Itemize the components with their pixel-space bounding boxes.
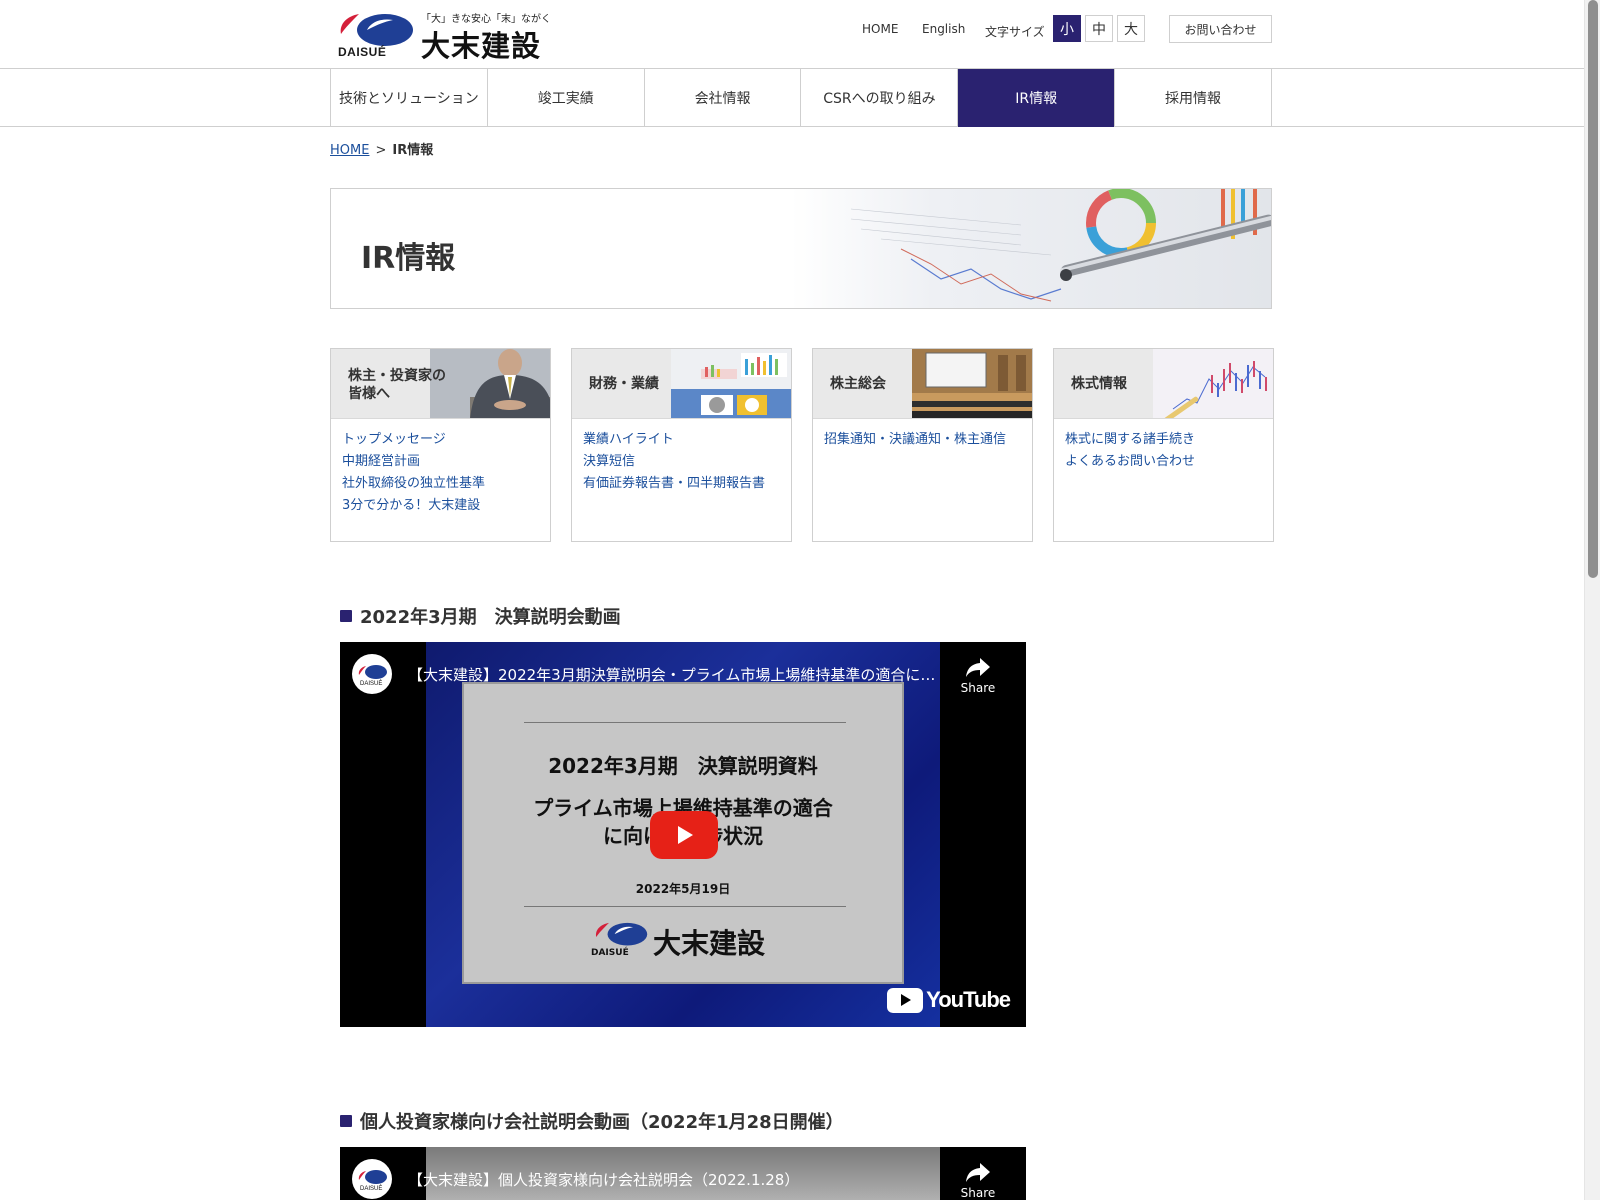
category-card-stock-info: 株式情報 株式に関する諸手続き よくあるお問い合わせ bbox=[1053, 348, 1274, 542]
font-size-medium-button[interactable]: 中 bbox=[1085, 15, 1113, 42]
card-title: 財務・業績 bbox=[589, 376, 659, 392]
youtube-video-investor-briefing[interactable]: DAISUÉ 【大末建設】個人投資家様向け会社説明会（2022.1.28） Sh… bbox=[340, 1147, 1026, 1200]
font-size-label: 文字サイズ bbox=[985, 25, 1045, 39]
daisue-logo-icon: DAISUÉ bbox=[358, 1170, 387, 1192]
section-heading-investor-video: 個人投資家様向け会社説明会動画（2022年1月28日開催） bbox=[340, 1108, 844, 1134]
util-english-link[interactable]: English bbox=[922, 22, 965, 36]
site-logo[interactable]: DAISUÉ 「大」きな安心「末」ながく 大末建設 bbox=[337, 10, 553, 63]
slide-date: 2022年5月19日 bbox=[635, 882, 731, 896]
logo-company-name: 大末建設 bbox=[421, 29, 542, 63]
card-link-securities-report[interactable]: 有価証券報告書・四半期報告書 bbox=[583, 473, 780, 495]
slide-divider bbox=[524, 722, 846, 723]
slide-title: 2022年3月期 決算説明資料 bbox=[548, 754, 818, 778]
nav-item-company[interactable]: 会社情報 bbox=[645, 69, 802, 127]
card-header[interactable]: 株主・投資家の 皆様へ bbox=[331, 349, 550, 419]
card-title: 株式情報 bbox=[1071, 376, 1127, 392]
card-link-tanshin[interactable]: 決算短信 bbox=[583, 451, 780, 473]
financial-charts-image bbox=[671, 349, 791, 418]
nav-item-ir[interactable]: IR情報 bbox=[958, 69, 1116, 127]
category-card-financial: 財務・業績 業績ハイライト 決算短信 有価証券報告書・四半期報告書 bbox=[571, 348, 792, 542]
card-link-director-independence[interactable]: 社外取締役の独立性基準 bbox=[342, 473, 539, 495]
video-top-bar: DAISUÉ 【大末建設】個人投資家様向け会社説明会（2022.1.28） Sh… bbox=[340, 1147, 1026, 1200]
hero-charts-pen-image bbox=[791, 189, 1271, 308]
youtube-video-results[interactable]: 2022年3月期 決算説明資料 プライム市場上場維持基準の適合 に向けた進捗状況… bbox=[340, 642, 1026, 1027]
breadcrumb-current: IR情報 bbox=[392, 143, 434, 158]
section-heading-text: 個人投資家様向け会社説明会動画（2022年1月28日開催） bbox=[360, 1112, 844, 1133]
nav-item-works[interactable]: 竣工実績 bbox=[488, 69, 645, 127]
video-top-bar: DAISUÉ 【大末建設】2022年3月期決算説明会・プライム市場上場維持基準の… bbox=[340, 642, 1026, 706]
businessman-image bbox=[430, 349, 550, 418]
slide-logo-daisue-text: DAISUÉ bbox=[591, 948, 629, 958]
nav-item-recruit[interactable]: 採用情報 bbox=[1115, 69, 1272, 127]
section-heading-text: 2022年3月期 決算説明会動画 bbox=[360, 607, 621, 628]
category-card-general-meeting: 株主総会 招集通知・決議通知・株主通信 bbox=[812, 348, 1033, 542]
share-button[interactable]: Share bbox=[958, 656, 998, 695]
card-link-faq[interactable]: よくあるお問い合わせ bbox=[1065, 451, 1262, 473]
youtube-logo-text: YouTube bbox=[926, 987, 1011, 1012]
scrollbar-thumb[interactable] bbox=[1588, 0, 1598, 578]
svg-text:DAISUÉ: DAISUÉ bbox=[360, 680, 382, 687]
card-link-midterm-plan[interactable]: 中期経営計画 bbox=[342, 451, 539, 473]
meeting-room-image bbox=[912, 349, 1032, 418]
site-header: DAISUÉ 「大」きな安心「末」ながく 大末建設 HOME English 文… bbox=[0, 0, 1584, 69]
global-nav: 技術とソリューション 竣工実績 会社情報 CSRへの取り組み IR情報 採用情報 bbox=[0, 69, 1584, 127]
svg-text:DAISUÉ: DAISUÉ bbox=[360, 1185, 382, 1192]
card-header[interactable]: 財務・業績 bbox=[572, 349, 791, 419]
breadcrumb-separator: > bbox=[375, 143, 387, 158]
channel-avatar[interactable]: DAISUÉ bbox=[352, 1159, 392, 1199]
card-link-notices[interactable]: 招集通知・決議通知・株主通信 bbox=[824, 429, 1021, 451]
share-label: Share bbox=[960, 681, 996, 695]
card-link-procedures[interactable]: 株式に関する諸手続き bbox=[1065, 429, 1262, 451]
page-hero: IR情報 bbox=[330, 188, 1272, 309]
font-size-large-button[interactable]: 大 bbox=[1117, 15, 1145, 42]
nav-item-technology[interactable]: 技術とソリューション bbox=[331, 69, 488, 127]
card-title: 株主・投資家の 皆様へ bbox=[348, 368, 446, 402]
square-bullet-icon bbox=[340, 610, 352, 622]
slide-divider bbox=[524, 906, 846, 907]
stock-chart-image bbox=[1153, 349, 1273, 418]
card-link-highlights[interactable]: 業績ハイライト bbox=[583, 429, 780, 451]
card-link-top-message[interactable]: トップメッセージ bbox=[342, 429, 539, 451]
card-link-3min-intro[interactable]: 3分で分かる！大末建設 bbox=[342, 495, 539, 517]
play-icon bbox=[678, 826, 693, 844]
play-button[interactable] bbox=[650, 811, 718, 859]
slide-logo-name: 大末建設 bbox=[653, 927, 766, 960]
nav-item-csr[interactable]: CSRへの取り組み bbox=[801, 69, 959, 127]
card-header[interactable]: 株式情報 bbox=[1054, 349, 1273, 419]
channel-avatar[interactable]: DAISUÉ bbox=[352, 654, 392, 694]
slide-logo: DAISUÉ 大末建設 bbox=[589, 920, 789, 964]
util-home-link[interactable]: HOME bbox=[862, 22, 898, 36]
youtube-play-icon bbox=[887, 987, 924, 1013]
page-scrollbar[interactable] bbox=[1584, 0, 1600, 1200]
daisue-logo-icon: DAISUÉ bbox=[358, 665, 387, 687]
share-arrow-icon bbox=[966, 1163, 990, 1182]
category-card-shareholders: 株主・投資家の 皆様へ トップメッセージ 中期経営計画 社外取締役の独立性基準 … bbox=[330, 348, 551, 542]
video-title[interactable]: 【大末建設】2022年3月期決算説明会・プライム市場上場維持基準の適合に向けた進… bbox=[408, 664, 938, 685]
video-title[interactable]: 【大末建設】個人投資家様向け会社説明会（2022.1.28） bbox=[408, 1169, 938, 1190]
logo-daisue-text: DAISUÉ bbox=[338, 45, 387, 59]
share-arrow-icon bbox=[966, 658, 990, 677]
breadcrumb: HOME > IR情報 bbox=[330, 139, 433, 158]
youtube-logo[interactable]: YouTube bbox=[887, 987, 1011, 1013]
global-nav-list: 技術とソリューション 竣工実績 会社情報 CSRへの取り組み IR情報 採用情報 bbox=[330, 69, 1272, 127]
share-label: Share bbox=[960, 1186, 996, 1200]
page-title: IR情報 bbox=[361, 241, 456, 276]
contact-button[interactable]: お問い合わせ bbox=[1169, 15, 1272, 43]
square-bullet-icon bbox=[340, 1115, 352, 1127]
share-button[interactable]: Share bbox=[958, 1161, 998, 1200]
section-heading-results-video: 2022年3月期 決算説明会動画 bbox=[340, 603, 621, 629]
font-size-small-button[interactable]: 小 bbox=[1053, 15, 1081, 42]
card-header[interactable]: 株主総会 bbox=[813, 349, 1032, 419]
card-title: 株主総会 bbox=[830, 376, 886, 392]
breadcrumb-home-link[interactable]: HOME bbox=[330, 143, 369, 158]
